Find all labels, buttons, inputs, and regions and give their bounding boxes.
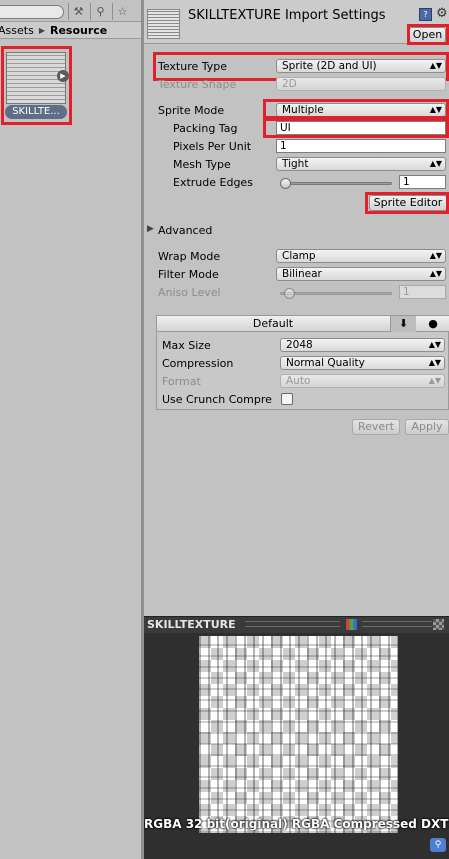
preview-format-info: RGBA 32 bit(original) RGBA Compressed DX… (144, 817, 449, 831)
packing-tag-label: Packing Tag (173, 122, 238, 135)
breadcrumb: Assets ▶ Resource (0, 21, 141, 39)
texture-type-label: Texture Type (158, 60, 228, 73)
sprite-mode-label: Sprite Mode (158, 104, 225, 117)
help-book-icon[interactable]: ? (419, 8, 432, 21)
search-input[interactable] (0, 5, 64, 19)
aniso-level-input: 1 (399, 285, 446, 299)
compression-value: Normal Quality (286, 357, 365, 369)
dropdown-arrow-icon: ▲▼ (428, 340, 441, 349)
format-value: Auto (286, 375, 311, 387)
inspector-title: SKILLTEXTURE Import Settings (188, 8, 386, 23)
open-button[interactable]: Open (409, 27, 446, 43)
asset-label[interactable]: SKILLTE... (5, 105, 67, 119)
breadcrumb-assets[interactable]: Assets (0, 24, 34, 37)
star-icon[interactable]: ☆ (112, 3, 132, 20)
texture-shape-dropdown: 2D (276, 77, 446, 91)
extrude-edges-input[interactable]: 1 (399, 175, 446, 189)
dropdown-arrow-icon: ▲▼ (428, 358, 441, 367)
preview-title: SKILLTEXTURE (147, 618, 236, 631)
sprite-mode-value: Multiple (282, 104, 324, 116)
alpha-channel-icon[interactable] (433, 619, 444, 630)
aniso-level-slider (280, 292, 392, 295)
inspector-panel (144, 0, 449, 616)
extrude-edges-label: Extrude Edges (173, 176, 253, 189)
texture-preview-image (199, 636, 398, 833)
download-icon[interactable]: ⬇ (390, 316, 416, 332)
crunch-label: Use Crunch Compre (162, 393, 272, 406)
dropdown-arrow-icon: ▲▼ (429, 61, 442, 70)
aniso-level-label: Aniso Level (158, 286, 221, 299)
mesh-type-dropdown[interactable]: Tight ▲▼ (276, 157, 446, 171)
mesh-type-value: Tight (282, 158, 309, 170)
filter-mode-label: Filter Mode (158, 268, 219, 281)
pixels-per-unit-input[interactable]: 1 (276, 139, 446, 153)
apply-button[interactable]: Apply (405, 419, 449, 435)
max-size-label: Max Size (162, 339, 211, 352)
mip-slider[interactable] (362, 621, 432, 627)
texture-type-dropdown[interactable]: Sprite (2D and UI) ▲▼ (276, 59, 446, 73)
crunch-checkbox[interactable] (281, 393, 293, 405)
play-icon[interactable]: ▶ (57, 70, 69, 82)
android-icon[interactable]: ● (420, 316, 446, 332)
sprite-mode-dropdown[interactable]: Multiple ▲▼ (276, 103, 446, 117)
dropdown-arrow-icon: ▲▼ (429, 251, 442, 260)
max-size-dropdown[interactable]: 2048 ▲▼ (280, 338, 445, 352)
texture-thumbnail (147, 9, 180, 39)
texture-shape-value: 2D (282, 78, 297, 90)
wrap-mode-label: Wrap Mode (158, 250, 221, 263)
asset-labels-icon[interactable]: ⚲ (430, 838, 446, 852)
compression-label: Compression (162, 357, 234, 370)
breadcrumb-resource[interactable]: Resource (50, 24, 107, 37)
aniso-level-slider-thumb (283, 288, 295, 299)
format-label: Format (162, 375, 201, 388)
project-panel (0, 0, 141, 859)
dropdown-arrow-icon: ▲▼ (429, 159, 442, 168)
compression-dropdown[interactable]: Normal Quality ▲▼ (280, 356, 445, 370)
tag-icon[interactable]: ⚲ (90, 3, 110, 20)
packing-tag-input[interactable]: UI (276, 121, 446, 135)
gear-icon[interactable]: ⚙ (436, 6, 448, 21)
max-size-value: 2048 (286, 339, 313, 351)
texture-shape-label: Texture Shape (158, 78, 237, 91)
mesh-type-label: Mesh Type (173, 158, 231, 171)
dropdown-arrow-icon: ▲▼ (429, 269, 442, 278)
advanced-foldout[interactable]: Advanced (158, 224, 212, 237)
filter-mode-value: Bilinear (282, 268, 322, 280)
pixels-per-unit-label: Pixels Per Unit (173, 140, 252, 153)
drag-handle[interactable] (245, 621, 340, 627)
wrap-mode-value: Clamp (282, 250, 316, 262)
filter-mode-dropdown[interactable]: Bilinear ▲▼ (276, 267, 446, 281)
dropdown-arrow-icon: ▲▼ (428, 376, 441, 385)
foldout-arrow-icon[interactable]: ▶ (147, 224, 154, 234)
chevron-right-icon: ▶ (38, 25, 45, 35)
sprite-editor-button[interactable]: Sprite Editor (369, 195, 447, 211)
dropdown-arrow-icon: ▲▼ (429, 105, 442, 114)
revert-button[interactable]: Revert (352, 419, 400, 435)
rgb-channel-icon[interactable] (346, 619, 357, 630)
tab-default[interactable]: Default (157, 316, 389, 332)
wrap-mode-dropdown[interactable]: Clamp ▲▼ (276, 249, 446, 263)
texture-type-value: Sprite (2D and UI) (282, 60, 377, 72)
label-filter-icon[interactable]: ⚒ (68, 3, 88, 20)
format-dropdown: Auto ▲▼ (280, 374, 445, 388)
extrude-edges-slider[interactable] (280, 182, 392, 185)
